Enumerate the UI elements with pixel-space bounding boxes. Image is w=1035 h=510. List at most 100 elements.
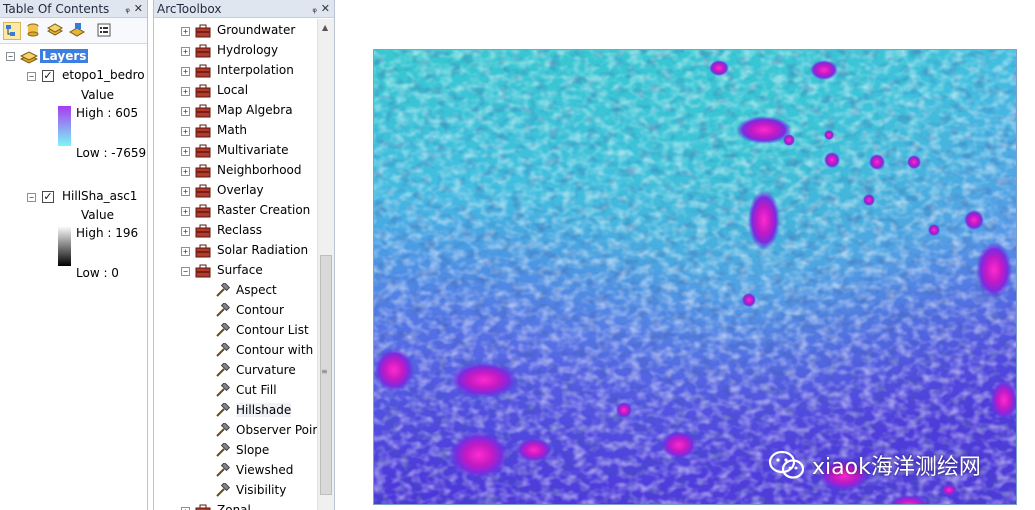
toolset-label: Solar Radiation bbox=[217, 243, 309, 257]
list-by-visibility-icon[interactable] bbox=[46, 22, 65, 40]
toolset-expand-toggle[interactable]: + bbox=[181, 187, 190, 196]
tool-label: Visibility bbox=[236, 483, 287, 497]
bathymetry-raster bbox=[374, 50, 1016, 504]
seamount-5 bbox=[869, 154, 885, 170]
toolset-interpolation[interactable]: + Interpolation bbox=[154, 61, 318, 81]
toolset-reclass[interactable]: + Reclass bbox=[154, 221, 318, 241]
tool-label: Viewshed bbox=[236, 463, 294, 477]
toolset-expand-toggle[interactable]: + bbox=[181, 107, 190, 116]
toolset-multivariate[interactable]: + Multivariate bbox=[154, 141, 318, 161]
seamount-16 bbox=[742, 293, 756, 307]
seamount-22 bbox=[863, 194, 875, 206]
toolset-math[interactable]: + Math bbox=[154, 121, 318, 141]
tool-slope[interactable]: Slope bbox=[154, 441, 318, 461]
layers-root-label[interactable]: Layers bbox=[40, 49, 89, 63]
tool-cut-fill[interactable]: Cut Fill bbox=[154, 381, 318, 401]
toolset-expand-toggle[interactable]: + bbox=[181, 27, 190, 36]
seamount-4 bbox=[824, 152, 840, 168]
tool-label: Curvature bbox=[236, 363, 296, 377]
toolset-expand-toggle[interactable]: + bbox=[181, 127, 190, 136]
pin-icon[interactable]: ᵩ bbox=[312, 0, 317, 18]
close-icon[interactable]: ✕ bbox=[321, 0, 330, 18]
seamount-14 bbox=[616, 402, 632, 418]
tool-label: Cut Fill bbox=[236, 383, 277, 397]
toolbox-icon bbox=[195, 224, 211, 238]
toolset-label: Local bbox=[217, 83, 249, 97]
toolset-zonal[interactable]: +Zonal bbox=[154, 501, 318, 510]
tool-aspect[interactable]: Aspect bbox=[154, 281, 318, 301]
layers-collapse-toggle[interactable]: − bbox=[6, 52, 15, 61]
toolset-hydrology[interactable]: + Hydrology bbox=[154, 41, 318, 61]
list-by-drawing-order-icon[interactable] bbox=[3, 22, 21, 40]
toolset-solar-radiation[interactable]: + Solar Radiation bbox=[154, 241, 318, 261]
toolset-raster-creation[interactable]: + Raster Creation bbox=[154, 201, 318, 221]
toolset-local[interactable]: + Local bbox=[154, 81, 318, 101]
toolbox-scrollbar[interactable]: ▲ ≡ bbox=[317, 19, 334, 510]
arctoolbox-panel: ArcToolbox ᵩ ✕ + Groundwater + Hydrology + In… bbox=[153, 0, 335, 510]
toolbox-icon bbox=[195, 184, 211, 198]
toolset-expand-toggle[interactable]: + bbox=[181, 147, 190, 156]
toc-toolbar bbox=[0, 18, 147, 44]
list-by-source-icon[interactable] bbox=[25, 22, 43, 40]
toolbox-icon bbox=[195, 244, 211, 258]
toolset-map-algebra[interactable]: + Map Algebra bbox=[154, 101, 318, 121]
layer-hillshade-color-ramp bbox=[58, 226, 71, 266]
seamount-7 bbox=[964, 210, 984, 230]
toolset-surface[interactable]: − Surface bbox=[154, 261, 318, 281]
tool-contour-list[interactable]: Contour List bbox=[154, 321, 318, 341]
tool-curvature[interactable]: Curvature bbox=[154, 361, 318, 381]
toolset-expand-toggle[interactable]: − bbox=[181, 267, 190, 276]
tool-contour[interactable]: Contour bbox=[154, 301, 318, 321]
layer-etopo-collapse-toggle[interactable]: − bbox=[27, 72, 36, 81]
toolset-label: Hydrology bbox=[217, 43, 279, 57]
toolset-label: Map Algebra bbox=[217, 103, 293, 117]
seamount-6 bbox=[907, 155, 921, 169]
toolset-label: Interpolation bbox=[217, 63, 294, 77]
layer-hillshade-name[interactable]: HillSha_asc1 bbox=[62, 189, 137, 203]
tool-observer-poir[interactable]: Observer Poir bbox=[154, 421, 318, 441]
layer-etopo-color-ramp bbox=[58, 106, 71, 146]
toolset-overlay[interactable]: + Overlay bbox=[154, 181, 318, 201]
toolset-expand-toggle[interactable]: + bbox=[181, 227, 190, 236]
toolset-label: Neighborhood bbox=[217, 163, 302, 177]
toc-title-bar: Table Of Contents ᵩ ✕ bbox=[0, 0, 147, 18]
options-icon[interactable] bbox=[96, 22, 114, 40]
seamount-20 bbox=[783, 134, 795, 146]
list-by-selection-icon[interactable] bbox=[68, 22, 87, 40]
toolset-groundwater[interactable]: + Groundwater bbox=[154, 21, 318, 41]
toolbox-icon bbox=[195, 124, 211, 138]
toolbox-icon bbox=[195, 24, 211, 38]
toc-title: Table Of Contents bbox=[3, 2, 110, 16]
tool-hillshade[interactable]: Hillshade bbox=[154, 401, 318, 421]
seamount-9 bbox=[928, 224, 940, 236]
layer-etopo-high-label: High : 605 bbox=[76, 106, 139, 120]
tool-label: Contour with B bbox=[236, 343, 318, 357]
tool-contour-with-b[interactable]: Contour with B bbox=[154, 341, 318, 361]
close-icon[interactable]: ✕ bbox=[134, 0, 143, 18]
toolset-expand-toggle[interactable]: + bbox=[181, 167, 190, 176]
layer-hillshade-collapse-toggle[interactable]: − bbox=[27, 193, 36, 202]
tool-visibility[interactable]: Visibility bbox=[154, 481, 318, 501]
pin-icon[interactable]: ᵩ bbox=[125, 0, 130, 18]
layer-hillshade-high-label: High : 196 bbox=[76, 226, 139, 240]
toolset-expand-toggle[interactable]: + bbox=[181, 247, 190, 256]
toolset-expand-toggle[interactable]: + bbox=[181, 47, 190, 56]
layer-etopo-visibility-checkbox[interactable]: ✓ bbox=[42, 70, 54, 82]
hammer-icon bbox=[214, 441, 231, 459]
scroll-up-arrow-icon[interactable]: ▲ bbox=[322, 23, 328, 32]
hammer-icon bbox=[214, 341, 231, 359]
hammer-icon bbox=[214, 301, 231, 319]
tool-viewshed[interactable]: Viewshed bbox=[154, 461, 318, 481]
toolbox-icon bbox=[195, 84, 211, 98]
toolset-expand-toggle[interactable]: + bbox=[181, 207, 190, 216]
layer-hillshade-visibility-checkbox[interactable]: ✓ bbox=[42, 191, 54, 203]
toolset-expand-toggle[interactable]: + bbox=[181, 67, 190, 76]
toolset-expand-toggle[interactable]: + bbox=[181, 87, 190, 96]
layer-etopo-name[interactable]: etopo1_bedro bbox=[62, 68, 145, 82]
toolset-neighborhood[interactable]: + Neighborhood bbox=[154, 161, 318, 181]
table-of-contents-panel: Table Of Contents ᵩ ✕ − Layers − ✓ etopo… bbox=[0, 0, 148, 510]
map-display[interactable] bbox=[373, 49, 1017, 505]
seamount-8 bbox=[976, 242, 1012, 298]
seamount-15 bbox=[661, 431, 697, 459]
toolbox-icon bbox=[195, 504, 211, 510]
